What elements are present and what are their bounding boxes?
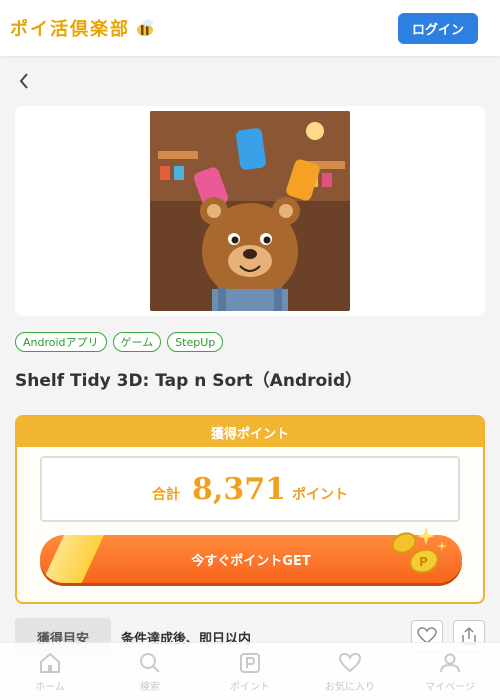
app-hero [15,106,485,316]
coins-icon: P [391,527,447,574]
site-logo[interactable]: ポイ活倶楽部 [10,14,156,42]
page-title: Shelf Tidy 3D: Tap n Sort（Android） [15,371,363,391]
tab-home-label: ホーム [35,682,65,693]
tag-list: Androidアプリ ゲーム StepUp [15,332,224,352]
tab-search[interactable]: 検索 [100,643,200,700]
tab-point[interactable]: ポイント [200,643,300,700]
logo-text: ポイ活倶楽部 [10,19,130,40]
svg-text:P: P [419,555,428,569]
app-image [150,111,350,311]
bee-icon [137,19,153,36]
heart-icon [338,652,362,673]
tab-mypage-label: マイページ [425,682,475,693]
button-highlight [40,535,106,583]
back-button[interactable] [14,70,34,92]
chevron-left-icon [19,73,28,89]
point-unit: ポイント [291,487,348,503]
point-total: 合計 8,371 ポイント [40,456,460,522]
tab-favorites[interactable]: お気に入り [300,643,400,700]
tag-android-app[interactable]: Androidアプリ [15,332,107,352]
point-panel-header: 獲得ポイント [17,417,483,447]
tag-game[interactable]: ゲーム [112,332,162,352]
point-value: 8,371 [192,472,286,507]
tab-favorites-label: お気に入り [325,682,375,693]
tab-point-label: ポイント [230,682,270,693]
get-points-label: 今すぐポイントGET [191,553,311,569]
point-total-label: 合計 [152,487,181,503]
login-button[interactable]: ログイン [398,13,478,44]
bottom-tab-bar: ホーム 検索 ポイント お気に入り マイページ [0,642,500,700]
search-icon [140,653,160,673]
tab-search-label: 検索 [140,682,160,693]
user-icon [440,653,460,673]
point-icon [240,653,260,673]
home-icon [40,652,60,673]
tab-home[interactable]: ホーム [0,643,100,700]
app-header: ポイ活倶楽部 ログイン [0,0,500,56]
tab-mypage[interactable]: マイページ [400,643,500,700]
tag-stepup[interactable]: StepUp [167,332,224,352]
